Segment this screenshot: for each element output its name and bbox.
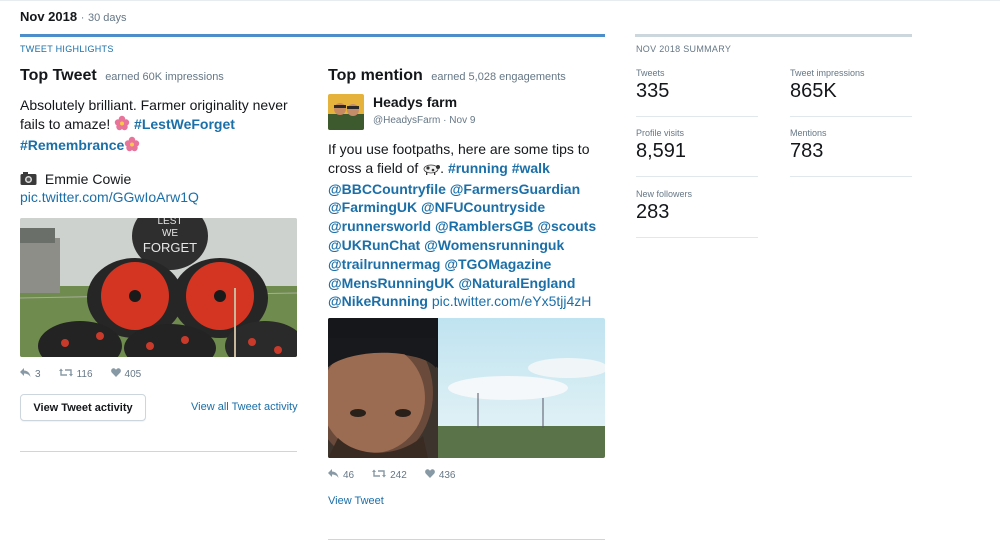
bale-text-forget: FORGET: [143, 240, 197, 255]
highlights-divider: [20, 34, 605, 37]
mention-scouts[interactable]: @scouts: [537, 218, 596, 234]
mentions-label: Mentions: [790, 128, 827, 138]
mention-farmersguardian[interactable]: @FarmersGuardian: [450, 181, 580, 197]
mention-nikerunning[interactable]: @NikeRunning: [328, 293, 428, 309]
reply-count[interactable]: 46: [328, 469, 354, 481]
top-tweet-engagement: 3 116 405: [20, 368, 141, 380]
hashtag-remembrance[interactable]: #Remembrance: [20, 137, 124, 153]
summary-label: NOV 2018 SUMMARY: [636, 44, 732, 54]
mention-ukrunchat[interactable]: @UKRunChat: [328, 237, 420, 253]
top-mention-heading: Top mention earned 5,028 engagements: [328, 67, 566, 85]
flower-icon: [114, 115, 130, 136]
mention-mensrunninguk[interactable]: @MensRunningUK: [328, 275, 454, 291]
profile-visits-label: Profile visits: [636, 128, 685, 138]
mention-tgomagazine[interactable]: @TGOMagazine: [444, 256, 551, 272]
summary-row-divider: [636, 176, 758, 177]
new-followers-value: 283: [636, 201, 670, 223]
view-tweet-link[interactable]: View Tweet: [328, 495, 384, 507]
summary-row-divider: [790, 116, 912, 117]
retweet-count[interactable]: 116: [58, 368, 93, 380]
profile-visits-value: 8,591: [636, 140, 687, 162]
top-mention-engagement: 46 242 436: [328, 469, 456, 481]
meta-separator: ·: [443, 115, 447, 126]
period-header: Nov 2018 · 30 days: [20, 9, 127, 24]
top-tweet-text-fragment: fails to amaze!: [20, 116, 111, 132]
top-tweet-heading: Top Tweet earned 60K impressions: [20, 67, 224, 85]
cow-icon: [422, 161, 441, 180]
reply-count-value: 3: [35, 368, 41, 380]
new-followers-label: New followers: [636, 189, 693, 199]
top-tweet-title: Top Tweet: [20, 67, 97, 84]
tag-walk[interactable]: #walk: [512, 160, 550, 176]
mention-author-name[interactable]: Headys farm: [373, 94, 457, 110]
view-tweet-activity-button[interactable]: View Tweet activity: [20, 394, 146, 421]
mention-author-handle[interactable]: @HeadysFarm: [373, 115, 440, 126]
like-count-value: 436: [438, 469, 456, 481]
photo-credit: Emmie Cowie: [20, 170, 131, 191]
summary-row-divider: [636, 237, 758, 238]
top-tweet-text-line-1: Absolutely brilliant. Farmer originality…: [20, 97, 288, 113]
reply-icon: [20, 368, 31, 380]
hashtag-lestweforget[interactable]: #LestWeForget: [134, 116, 235, 132]
impressions-label: Tweet impressions: [790, 68, 865, 78]
top-mention-video[interactable]: [328, 318, 605, 458]
top-tweet-text: Absolutely brilliant. Farmer originality…: [20, 96, 300, 157]
retweet-count[interactable]: 242: [372, 469, 407, 481]
tweets-value: 335: [636, 80, 670, 102]
view-all-tweet-activity-link[interactable]: View all Tweet activity: [191, 401, 298, 413]
period-days: 30 days: [88, 12, 127, 24]
month-label: Nov 2018: [20, 9, 78, 24]
top-mention-subtitle: earned 5,028 engagements: [431, 71, 566, 83]
bale-text-lest: LEST: [157, 218, 182, 227]
summary-divider: [635, 34, 912, 37]
reply-count[interactable]: 3: [20, 368, 41, 380]
mention-bbccountryfile[interactable]: @BBCCountryfile: [328, 181, 446, 197]
top-tweet-subtitle: earned 60K impressions: [105, 71, 224, 83]
like-count[interactable]: 436: [424, 469, 456, 481]
impressions-value: 865K: [790, 80, 837, 102]
flower-icon: [124, 136, 140, 157]
mention-nfucountryside[interactable]: @NFUCountryside: [421, 199, 545, 215]
top-tweet-bottom-divider: [20, 451, 297, 452]
top-tweet-text-line-3: #Remembrance: [20, 136, 300, 157]
top-mention-pic-link[interactable]: pic.twitter.com/eYx5tjj4zH: [432, 293, 592, 309]
top-tweet-text-line-2: fails to amaze! #LestWeForget: [20, 115, 300, 136]
retweet-icon: [372, 469, 387, 481]
tweets-label: Tweets: [636, 68, 665, 78]
reply-icon: [328, 469, 339, 481]
like-count-value: 405: [124, 368, 142, 380]
reply-count-value: 46: [343, 469, 355, 481]
retweet-icon: [58, 368, 73, 380]
mention-runnersworld[interactable]: @runnersworld: [328, 218, 431, 234]
retweet-count-value: 242: [390, 469, 407, 481]
mention-trailrunnermag[interactable]: @trailrunnermag: [328, 256, 440, 272]
mention-author-meta: @HeadysFarm · Nov 9: [373, 115, 475, 126]
tag-running[interactable]: #running: [448, 160, 508, 176]
top-tweet-image[interactable]: LEST WE FORGET: [20, 218, 297, 357]
top-tweet-pic-link[interactable]: pic.twitter.com/GGwIoArw1Q: [20, 189, 199, 205]
bale-text-we: WE: [162, 228, 178, 239]
summary-row-divider: [636, 116, 758, 117]
top-mention-bottom-divider: [328, 539, 605, 540]
top-mention-text: If you use footpaths, here are some tips…: [328, 140, 603, 311]
period-separator: ·: [80, 12, 85, 24]
like-icon: [424, 469, 435, 481]
tweet-highlights-label: TWEET HIGHLIGHTS: [20, 44, 114, 54]
summary-row-divider: [790, 176, 912, 177]
mention-farminguk[interactable]: @FarmingUK: [328, 199, 417, 215]
like-icon: [110, 368, 121, 380]
camera-icon: [20, 171, 37, 191]
top-mention-title: Top mention: [328, 67, 423, 84]
like-count[interactable]: 405: [110, 368, 142, 380]
mention-womensrunninguk[interactable]: @Womensrunninguk: [424, 237, 564, 253]
mentions-value: 783: [790, 140, 824, 162]
mention-text-punct: .: [440, 159, 445, 176]
avatar[interactable]: [328, 94, 364, 130]
top-border: [0, 0, 1000, 1]
mention-ramblersgb[interactable]: @RamblersGB: [435, 218, 533, 234]
retweet-count-value: 116: [76, 368, 93, 380]
mention-naturalengland[interactable]: @NaturalEngland: [458, 275, 575, 291]
mention-date: Nov 9: [449, 115, 476, 126]
photo-credit-name: Emmie Cowie: [44, 171, 132, 187]
